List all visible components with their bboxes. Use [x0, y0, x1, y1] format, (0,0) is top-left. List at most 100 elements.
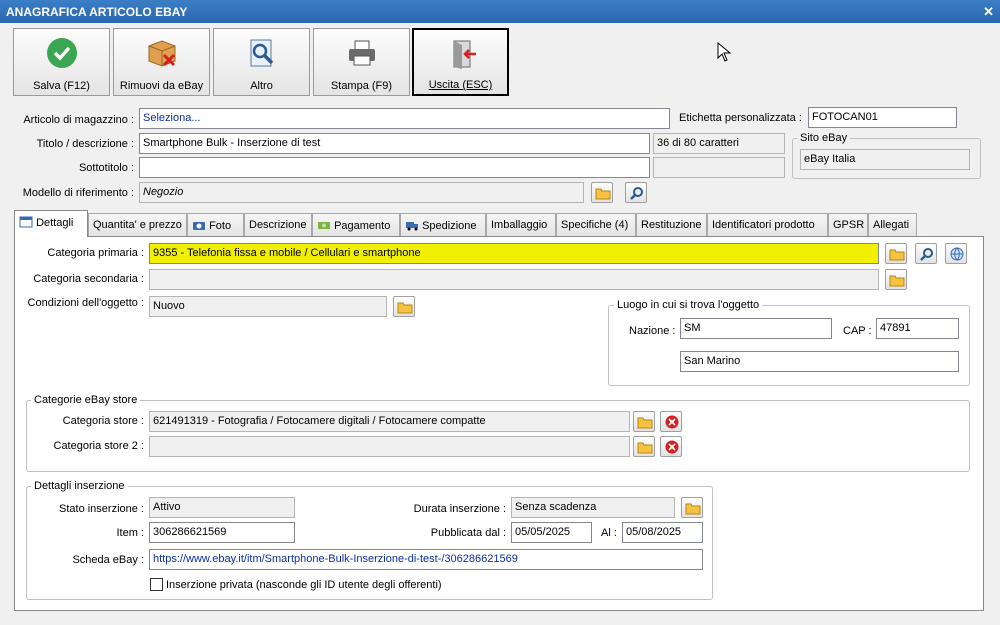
- money-icon: [318, 222, 330, 229]
- privata-checkbox[interactable]: [150, 578, 163, 591]
- globe-icon: [950, 247, 964, 261]
- durata-label: Durata inserzione :: [413, 503, 506, 515]
- cat-primaria-folder-button[interactable]: [885, 243, 907, 264]
- save-button[interactable]: Salva (F12): [13, 28, 110, 96]
- checkmark-icon: [47, 38, 77, 68]
- print-label: Stampa (F9): [330, 80, 393, 92]
- other-button[interactable]: Altro: [213, 28, 310, 96]
- modello-search-button[interactable]: [625, 182, 647, 203]
- store2-label: Categoria store 2 :: [53, 440, 145, 452]
- cat-primaria-label: Categoria primaria :: [47, 247, 144, 259]
- tab-foto-label: Foto: [209, 220, 232, 232]
- cap-input[interactable]: 47891: [876, 318, 959, 339]
- save-label: Salva (F12): [33, 80, 90, 92]
- condizioni-folder-button[interactable]: [393, 296, 415, 317]
- al-input[interactable]: 05/08/2025: [622, 522, 703, 543]
- modello-input: Negozio: [139, 182, 584, 203]
- tab-gpsr[interactable]: GPSR: [828, 213, 868, 236]
- inserzione-title: Dettagli inserzione: [31, 480, 128, 492]
- cat-primaria-input[interactable]: 9355 - Telefonia fissa e mobile / Cellul…: [149, 243, 879, 264]
- store1-clear-button[interactable]: [660, 411, 682, 432]
- cat-primaria-globe-button[interactable]: [945, 243, 967, 264]
- tab-identificatori-label: Identificatori prodotto: [712, 219, 815, 231]
- tab-pagamento-label: Pagamento: [334, 220, 391, 232]
- truck-icon: [406, 222, 418, 231]
- folder-icon: [889, 275, 905, 287]
- etichetta-input[interactable]: FOTOCAN01: [808, 107, 957, 128]
- durata-input: Senza scadenza: [511, 497, 675, 518]
- folder-icon: [637, 417, 653, 429]
- delete-icon: [665, 415, 679, 429]
- mouse-cursor-icon: [717, 42, 731, 62]
- char-counter: 36 di 80 caratteri: [653, 133, 785, 154]
- store-title: Categorie eBay store: [31, 394, 141, 406]
- tab-restituzione[interactable]: Restituzione: [636, 213, 707, 236]
- titolo-label: Titolo / descrizione :: [36, 138, 134, 150]
- modello-folder-button[interactable]: [591, 182, 613, 203]
- tab-descrizione-label: Descrizione: [249, 219, 307, 231]
- delete-icon: [665, 440, 679, 454]
- privata-label: Inserzione privata (nasconde gli ID uten…: [166, 579, 442, 591]
- cat-secondaria-label: Categoria secondaria :: [33, 273, 144, 285]
- tab-descrizione[interactable]: Descrizione: [244, 213, 312, 236]
- tab-spedizione-label: Spedizione: [422, 220, 477, 232]
- nazione-input[interactable]: SM: [680, 318, 832, 339]
- tab-quantita[interactable]: Quantita' e prezzo: [88, 213, 187, 236]
- store1-label: Categoria store :: [62, 415, 144, 427]
- nazione-label: Nazione :: [629, 325, 676, 337]
- titolo-input[interactable]: Smartphone Bulk - Inserzione di test: [139, 133, 650, 154]
- cat-secondaria-input: [149, 269, 879, 290]
- sottotitolo-input[interactable]: [139, 157, 650, 178]
- box-remove-icon: [148, 40, 176, 67]
- store2-folder-button[interactable]: [633, 436, 655, 457]
- articolo-input[interactable]: Seleziona...: [139, 108, 670, 129]
- condizioni-label: Condizioni dell'oggetto :: [27, 297, 144, 309]
- tab-pagamento[interactable]: Pagamento: [312, 213, 400, 236]
- tab-specifiche[interactable]: Specifiche (4): [556, 213, 636, 236]
- tab-spedizione[interactable]: Spedizione: [400, 213, 486, 236]
- scheda-link[interactable]: https://www.ebay.it/itm/Smartphone-Bulk-…: [149, 549, 703, 570]
- cat-secondaria-folder-button[interactable]: [885, 269, 907, 290]
- tab-allegati[interactable]: Allegati: [868, 213, 917, 236]
- exit-button[interactable]: Uscita (ESC): [412, 28, 509, 96]
- print-button[interactable]: Stampa (F9): [313, 28, 410, 96]
- al-label: Al :: [601, 527, 617, 539]
- tab-dettagli-label: Dettagli: [36, 217, 74, 229]
- remove-label: Rimuovi da eBay: [119, 80, 204, 92]
- etichetta-label: Etichetta personalizzata :: [679, 112, 802, 124]
- tab-allegati-label: Allegati: [873, 219, 910, 231]
- folder-icon: [637, 442, 653, 454]
- articolo-label: Articolo di magazzino :: [23, 114, 134, 126]
- tab-foto[interactable]: Foto: [187, 213, 244, 236]
- durata-folder-button[interactable]: [681, 497, 703, 518]
- cat-primaria-search-button[interactable]: [915, 243, 937, 264]
- tab-identificatori[interactable]: Identificatori prodotto: [707, 213, 828, 236]
- close-icon[interactable]: ✕: [983, 4, 994, 20]
- sito-ebay-title: Sito eBay: [797, 132, 851, 144]
- tab-restituzione-label: Restituzione: [641, 219, 702, 231]
- printer-icon: [349, 40, 375, 66]
- folder-icon: [685, 503, 701, 515]
- folder-icon: [889, 249, 905, 261]
- tab-dettagli[interactable]: Dettagli: [14, 210, 88, 237]
- luogo-title: Luogo in cui si trova l'oggetto: [614, 299, 763, 311]
- item-input[interactable]: 306286621569: [149, 522, 295, 543]
- exit-label: Uscita (ESC): [428, 79, 493, 91]
- cap-label: CAP :: [843, 325, 872, 337]
- search-icon: [630, 187, 643, 200]
- tab-imballaggio[interactable]: Imballaggio: [486, 213, 556, 236]
- stato-input: Attivo: [149, 497, 295, 518]
- modello-label: Modello di riferimento :: [22, 187, 134, 199]
- store2-clear-button[interactable]: [660, 436, 682, 457]
- sito-ebay-value: eBay Italia: [800, 149, 970, 170]
- remove-from-ebay-button[interactable]: Rimuovi da eBay: [113, 28, 210, 96]
- store1-folder-button[interactable]: [633, 411, 655, 432]
- citta-input[interactable]: San Marino: [680, 351, 959, 372]
- store1-input: 621491319 - Fotografia / Fotocamere digi…: [149, 411, 630, 432]
- pubblicata-input[interactable]: 05/05/2025: [511, 522, 592, 543]
- item-label: Item :: [116, 527, 144, 539]
- folder-icon: [595, 188, 611, 200]
- other-label: Altro: [250, 80, 273, 92]
- condizioni-input: Nuovo: [149, 296, 387, 317]
- exit-door-icon: [453, 40, 476, 69]
